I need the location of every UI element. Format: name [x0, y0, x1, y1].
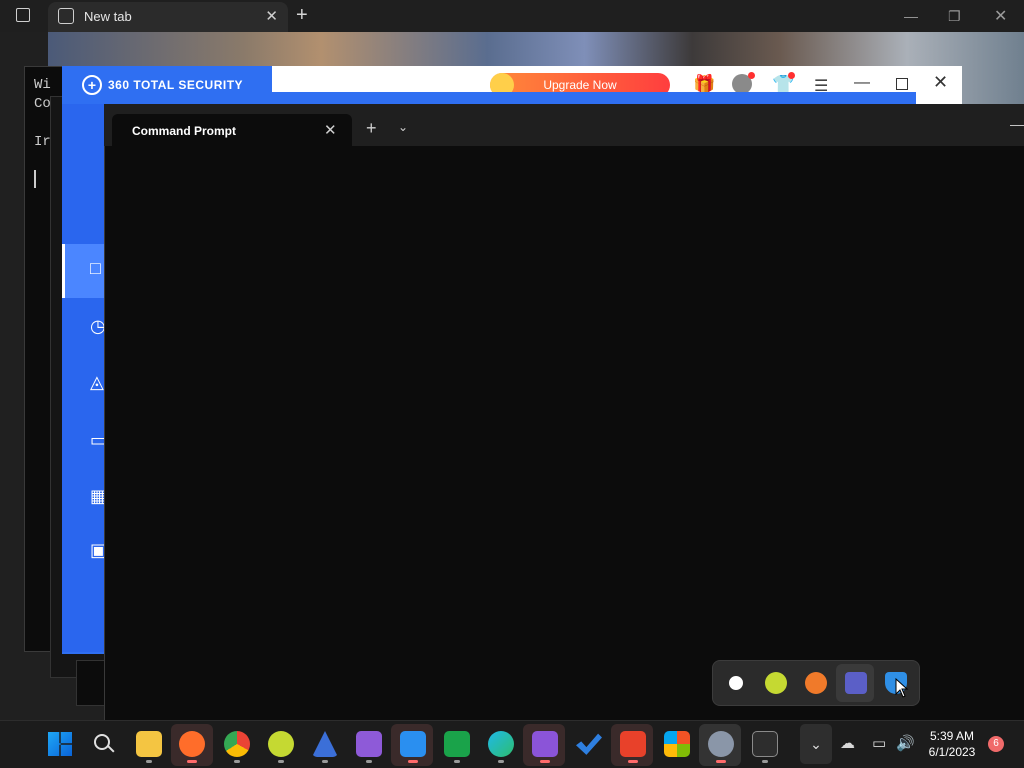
settings-gear-icon[interactable]: [708, 731, 734, 757]
taskbar-indicator-clipchamp: [540, 760, 550, 763]
total-security-title: 360 TOTAL SECURITY: [108, 78, 244, 92]
terminal-window[interactable]: [104, 104, 1024, 720]
office-icon[interactable]: [620, 731, 646, 757]
new-tab-button[interactable]: +: [296, 4, 308, 27]
clock-time[interactable]: 5:39 AM: [920, 729, 984, 743]
new-tab-favicon-icon: [58, 8, 74, 24]
console-cursor: [34, 170, 36, 188]
sidebar-computer-icon[interactable]: □: [90, 258, 101, 279]
browser-minimize-icon[interactable]: —: [904, 8, 918, 24]
teams-tray-icon[interactable]: [845, 672, 867, 694]
console-window-tertiary: [76, 660, 106, 706]
onedrive-offline-icon[interactable]: ☁: [840, 734, 855, 752]
terminal-taskbar-icon[interactable]: [752, 731, 778, 757]
browser-tab-title: New tab: [84, 9, 132, 24]
sidebar-speedup-icon[interactable]: ◬: [90, 372, 104, 393]
sidebar-active-indicator: [62, 244, 65, 298]
tab-actions-icon[interactable]: [16, 8, 30, 22]
notification-count-badge[interactable]: 6: [988, 736, 1004, 752]
taskbar-indicator-terminal: [762, 760, 768, 763]
file-explorer-icon[interactable]: [136, 731, 162, 757]
taskbar-indicator-mail: [408, 760, 418, 763]
network-icon[interactable]: ▭: [872, 734, 886, 752]
edge-icon[interactable]: [488, 731, 514, 757]
total-security-maximize-button[interactable]: [896, 78, 908, 90]
total-security-taskbar-icon[interactable]: [268, 731, 294, 757]
taskbar-indicator-settings: [716, 760, 726, 763]
taskbar-indicator-edge: [498, 760, 504, 763]
visual-studio-icon[interactable]: [356, 731, 382, 757]
browser-restore-icon[interactable]: ❐: [948, 8, 961, 25]
console-text: Wi Co Ir: [34, 77, 51, 150]
user-notification-dot: [748, 72, 755, 79]
plus-tray-icon[interactable]: [765, 672, 787, 694]
xbox-tray-icon[interactable]: [725, 672, 747, 694]
taskbar-indicator-app: [322, 760, 328, 763]
total-security-logo-icon: +: [82, 75, 102, 95]
taskbar-indicator: [146, 760, 152, 763]
clock-date[interactable]: 6/1/2023: [920, 745, 984, 759]
terminal-tab-close-icon[interactable]: ✕: [324, 121, 337, 139]
browser-tab[interactable]: New tab ✕: [48, 2, 288, 32]
mouse-cursor-icon: [895, 678, 909, 698]
terminal-dropdown-icon[interactable]: ⌄: [398, 120, 408, 134]
volume-icon[interactable]: 🔊: [896, 734, 915, 752]
terminal-new-tab-button[interactable]: +: [366, 118, 377, 139]
taskbar-indicator-firefox: [187, 760, 197, 763]
total-security-banner-strip: [106, 92, 916, 104]
show-hidden-icons-chevron-icon[interactable]: ⌄: [800, 724, 832, 764]
chrome-icon[interactable]: [224, 731, 250, 757]
clipchamp-icon[interactable]: [532, 731, 558, 757]
mail-icon[interactable]: [400, 731, 426, 757]
browser-close-icon[interactable]: ✕: [994, 6, 1007, 26]
taskbar-indicator-vs: [366, 760, 372, 763]
orange-app-tray-icon[interactable]: [805, 672, 827, 694]
store-icon[interactable]: [664, 731, 690, 757]
terminal-minimize-button[interactable]: —: [1010, 116, 1024, 132]
total-security-minimize-button[interactable]: —: [854, 74, 870, 92]
taskbar-indicator-xbox: [454, 760, 460, 763]
firefox-icon[interactable]: [179, 731, 205, 757]
terminal-tab-title: Command Prompt: [132, 124, 237, 138]
skin-notification-dot: [788, 72, 795, 79]
close-tab-icon[interactable]: ✕: [265, 7, 278, 25]
xbox-app-icon[interactable]: [444, 731, 470, 757]
taskbar-indicator-security: [278, 760, 284, 763]
total-security-close-button[interactable]: ✕: [933, 72, 948, 93]
taskbar-indicator-office: [628, 760, 638, 763]
taskbar-indicator-chrome: [234, 760, 240, 763]
